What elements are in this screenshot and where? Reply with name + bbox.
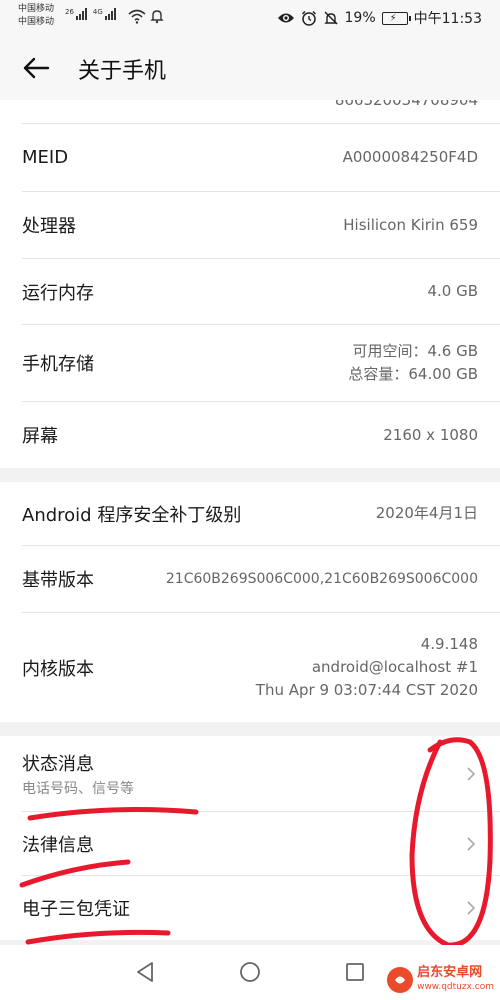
row-label: MEID <box>22 147 69 168</box>
meid-row: MEID A0000084250F4D <box>22 124 500 192</box>
kernel-values: 4.9.148 android@localhost #1 Thu Apr 9 0… <box>256 633 478 702</box>
signal-icon: 26 4G <box>65 8 116 20</box>
nav-recents-button[interactable] <box>340 957 370 987</box>
clock: 中午11:53 <box>413 11 482 27</box>
storage-row: 手机存储 可用空间：4.6 GB 总容量：64.00 GB <box>22 325 500 402</box>
hardware-info-card: 866320034708904 MEID A0000084250F4D 处理器 … <box>0 100 500 468</box>
page-title: 关于手机 <box>78 59 167 84</box>
wifi-icon <box>128 9 146 24</box>
row-label: 状态消息 <box>22 753 94 775</box>
row-sublabel: 电话号码、信号等 <box>22 780 134 797</box>
arrow-left-icon <box>23 57 50 79</box>
kernel-build-date: Thu Apr 9 03:07:44 CST 2020 <box>255 681 478 699</box>
network-type-1: 26 <box>65 8 74 16</box>
system-nav-bar: 启东安卓网 www.qdtuzx.com <box>0 945 500 1000</box>
status-info-row[interactable]: 状态消息 电话号码、信号等 <box>22 736 500 812</box>
label-wrap: 状态消息 电话号码、信号等 <box>22 750 134 798</box>
row-label: Android 程序安全补丁级别 <box>22 504 242 526</box>
storage-values: 可用空间：4.6 GB 总容量：64.00 GB <box>348 340 478 386</box>
row-label: 手机存储 <box>22 354 94 375</box>
battery-icon: ⚡ <box>381 11 411 25</box>
row-value: 4.0 GB <box>427 282 478 300</box>
ram-row: 运行内存 4.0 GB <box>22 259 500 325</box>
carrier-1: 中国移动 <box>18 4 55 14</box>
kernel-host: android@localhost #1 <box>311 658 478 676</box>
screen-row: 屏幕 2160 x 1080 <box>22 402 500 468</box>
settings-list: 866320034708904 MEID A0000084250F4D 处理器 … <box>0 100 500 940</box>
carrier-2: 中国移动 <box>18 17 55 27</box>
mute-icon <box>323 11 338 25</box>
row-label: 基带版本 <box>22 570 94 591</box>
kernel-row: 内核版本 4.9.148 android@localhost #1 Thu Ap… <box>22 613 500 722</box>
alarm-icon <box>301 10 316 26</box>
row-label: 内核版本 <box>22 658 94 680</box>
warranty-certificate-row[interactable]: 电子三包凭证 <box>22 876 500 940</box>
row-value: 2020年4月1日 <box>375 504 478 522</box>
security-patch-row: Android 程序安全补丁级别 2020年4月1日 <box>22 482 500 546</box>
nav-home-button[interactable] <box>235 957 265 987</box>
chevron-right-icon <box>467 836 476 851</box>
baseband-row: 基带版本 21C60B269S006C000,21C60B269S006C000 <box>22 546 500 613</box>
row-label: 处理器 <box>22 216 76 237</box>
square-recents-icon <box>346 963 364 981</box>
row-value: 2160 x 1080 <box>383 425 478 444</box>
storage-available: 可用空间：4.6 GB <box>352 342 478 360</box>
carrier-labels: 中国移动 中国移动 <box>18 3 54 29</box>
section-gap <box>0 468 500 482</box>
chevron-right-icon <box>467 901 476 915</box>
back-button[interactable] <box>20 52 52 84</box>
partial-value: 866320034708904 <box>334 100 478 109</box>
watermark-logo-icon <box>387 967 414 993</box>
chevron-right-icon <box>467 766 476 781</box>
section-gap <box>0 722 500 736</box>
row-value: A0000084250F4D <box>342 148 478 166</box>
row-label: 法律信息 <box>22 834 94 856</box>
bell-icon <box>150 10 164 24</box>
watermark-url: www.qdtuzx.com <box>417 982 494 992</box>
row-value: 21C60B269S006C000,21C60B269S006C000 <box>165 570 478 587</box>
network-type-2: 4G <box>92 8 103 16</box>
watermark: 启东安卓网 www.qdtuzx.com <box>387 966 494 994</box>
more-info-card: 状态消息 电话号码、信号等 法律信息 电子三包凭证 <box>0 736 500 940</box>
circle-home-icon <box>240 962 260 982</box>
nav-back-button[interactable] <box>130 957 160 987</box>
status-bar: 中国移动 中国移动 26 4G 19% ⚡ 中午11:53 <box>0 0 500 36</box>
battery-percent: 19% <box>344 10 376 26</box>
watermark-title: 启东安卓网 <box>417 965 483 980</box>
row-value: Hisilicon Kirin 659 <box>343 215 478 234</box>
kernel-version: 4.9.148 <box>420 635 478 653</box>
storage-total: 总容量：64.00 GB <box>348 365 478 383</box>
legal-info-row[interactable]: 法律信息 <box>22 812 500 876</box>
watermark-text: 启东安卓网 www.qdtuzx.com <box>417 966 494 994</box>
software-info-card: Android 程序安全补丁级别 2020年4月1日 基带版本 21C60B26… <box>0 482 500 722</box>
partial-row: 866320034708904 <box>22 100 500 124</box>
triangle-back-icon <box>137 962 153 982</box>
row-label: 电子三包凭证 <box>22 899 130 920</box>
app-bar: 关于手机 <box>0 36 500 100</box>
row-label: 屏幕 <box>22 426 58 447</box>
status-right: 19% ⚡ 中午11:53 <box>277 8 482 28</box>
row-label: 运行内存 <box>22 282 94 304</box>
processor-row: 处理器 Hisilicon Kirin 659 <box>22 192 500 259</box>
eye-icon <box>277 13 294 23</box>
